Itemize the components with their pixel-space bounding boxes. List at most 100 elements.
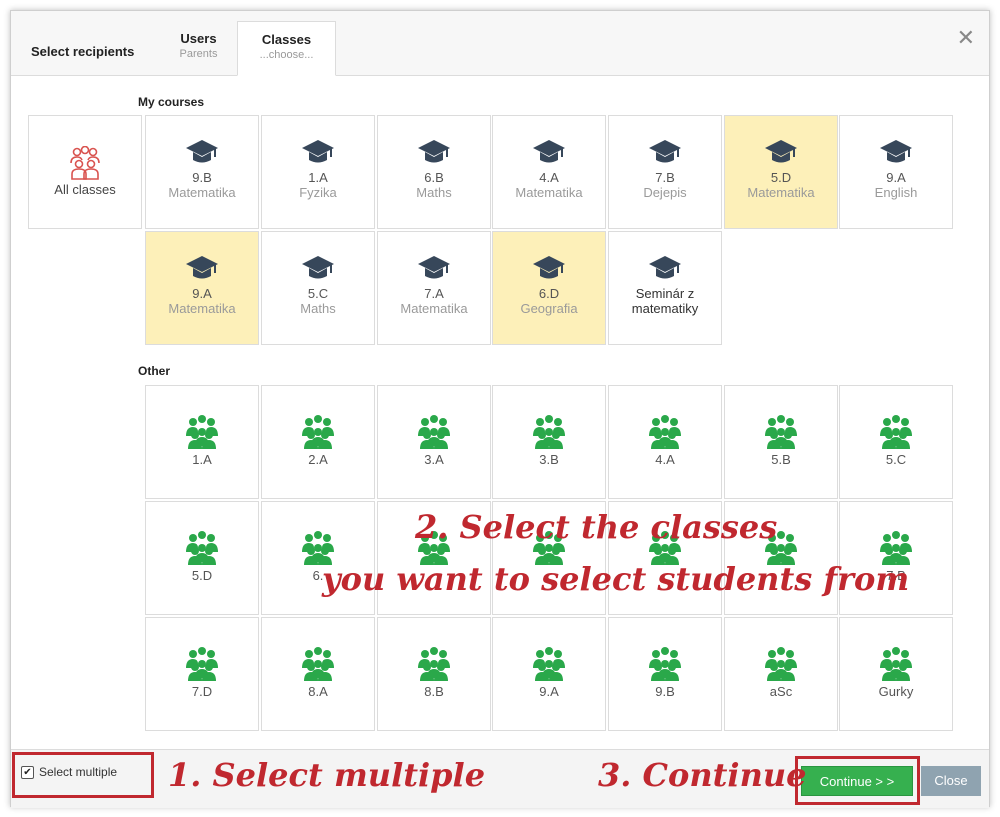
section-other: Other: [138, 364, 171, 378]
course-class-label: 9.A: [192, 286, 212, 301]
people-group-icon: [418, 647, 450, 681]
class-label: 5.C: [885, 452, 907, 467]
class-tile[interactable]: 2.A: [261, 385, 375, 499]
group-outline-icon: [70, 146, 100, 180]
class-label: 8.A: [308, 684, 328, 699]
tile-label: All classes: [54, 182, 116, 197]
class-label: 9.B: [655, 684, 675, 699]
course-class-label: 9.B: [192, 170, 212, 185]
course-tile[interactable]: 7.A Matematika: [377, 231, 491, 345]
people-group-icon: [649, 647, 681, 681]
graduation-cap-icon: [186, 140, 218, 163]
graduation-cap-icon: [186, 256, 218, 279]
course-class-label: 1.A: [308, 170, 328, 185]
class-tile[interactable]: 9.B: [608, 617, 722, 731]
close-icon[interactable]: ✕: [957, 27, 975, 49]
class-label: 9.A: [539, 684, 559, 699]
class-tile[interactable]: 9.A: [492, 617, 606, 731]
class-tile[interactable]: 8.A: [261, 617, 375, 731]
class-tile[interactable]: aSc: [724, 617, 838, 731]
course-tile[interactable]: 9.A Matematika: [145, 231, 259, 345]
people-group-icon: [765, 415, 797, 449]
dialog-title: Select recipients: [31, 44, 135, 59]
course-subject-label: Matematika: [747, 185, 815, 200]
course-tile[interactable]: 6.B Maths: [377, 115, 491, 229]
course-subject-label: Maths: [416, 185, 452, 200]
graduation-cap-icon: [533, 140, 565, 163]
graduation-cap-icon: [418, 256, 450, 279]
course-tile[interactable]: 4.A Matematika: [492, 115, 606, 229]
course-class-label: 6.D: [538, 286, 560, 301]
people-group-icon: [418, 415, 450, 449]
class-label: 5.B: [771, 452, 791, 467]
class-label: 1.A: [192, 452, 212, 467]
graduation-cap-icon: [765, 140, 797, 163]
close-button[interactable]: Close: [921, 766, 981, 796]
tab-users[interactable]: Users Parents: [161, 21, 236, 75]
class-tile[interactable]: Gurky: [839, 617, 953, 731]
course-tile[interactable]: 5.D Matematika: [724, 115, 838, 229]
class-tile[interactable]: 3.A: [377, 385, 491, 499]
course-class-label: 4.A: [539, 170, 559, 185]
class-tile[interactable]: 3.B: [492, 385, 606, 499]
class-label: 8.B: [424, 684, 444, 699]
annotation-step2-line2: you want to select students from: [322, 560, 910, 598]
course-tile[interactable]: Seminár z matematiky: [608, 231, 722, 345]
tab-users-sub: Parents: [179, 48, 218, 60]
course-subject-label: Fyzika: [299, 185, 337, 200]
class-label: 5.D: [191, 568, 213, 583]
class-tile[interactable]: 5.B: [724, 385, 838, 499]
select-recipients-dialog: Select recipients Users Parents Classes …: [10, 10, 990, 808]
course-class-label: 7.A: [424, 286, 444, 301]
course-subject-label: Matematika: [515, 185, 583, 200]
course-tile[interactable]: 1.A Fyzika: [261, 115, 375, 229]
people-group-icon: [649, 415, 681, 449]
dialog-header: Select recipients Users Parents Classes …: [11, 11, 989, 76]
class-tile[interactable]: 7.D: [145, 617, 259, 731]
class-label: aSc: [769, 684, 793, 699]
class-label: Gurky: [878, 684, 914, 699]
graduation-cap-icon: [533, 256, 565, 279]
people-group-icon: [533, 415, 565, 449]
course-tile[interactable]: 7.B Dejepis: [608, 115, 722, 229]
section-my-courses: My courses: [138, 95, 205, 109]
course-subject-label: Maths: [300, 301, 336, 316]
people-group-icon: [186, 415, 218, 449]
class-label: 3.A: [424, 452, 444, 467]
class-tile[interactable]: 5.D: [145, 501, 259, 615]
class-tile[interactable]: 5.C: [839, 385, 953, 499]
tab-classes-label: Classes: [261, 32, 312, 47]
tile-all-classes[interactable]: All classes: [28, 115, 142, 229]
people-group-icon: [880, 415, 912, 449]
course-class-label: 5.D: [770, 170, 792, 185]
course-class-label: 6.B: [424, 170, 444, 185]
course-class-label: 9.A: [886, 170, 906, 185]
course-subject-label: Matematika: [168, 301, 236, 316]
course-tile[interactable]: 6.D Geografia: [492, 231, 606, 345]
tab-classes-sub: ...choose...: [259, 49, 314, 61]
class-tile[interactable]: 8.B: [377, 617, 491, 731]
tab-users-label: Users: [180, 31, 217, 46]
tab-classes[interactable]: Classes ...choose...: [237, 21, 336, 76]
people-group-icon: [302, 415, 334, 449]
people-group-icon: [533, 647, 565, 681]
course-subject-label: Geografia: [520, 301, 578, 316]
people-group-icon: [186, 647, 218, 681]
course-tile[interactable]: 9.B Matematika: [145, 115, 259, 229]
class-label: 4.A: [655, 452, 675, 467]
class-label: 2.A: [308, 452, 328, 467]
annotation-step2-line1: 2. Select the classes: [415, 508, 778, 546]
people-group-icon: [880, 647, 912, 681]
graduation-cap-icon: [880, 140, 912, 163]
course-subject-label: Dejepis: [643, 185, 687, 200]
class-tile[interactable]: 4.A: [608, 385, 722, 499]
class-label: 7.D: [191, 684, 213, 699]
course-tile[interactable]: 5.C Maths: [261, 231, 375, 345]
class-tile[interactable]: 1.A: [145, 385, 259, 499]
graduation-cap-icon: [418, 140, 450, 163]
annotation-step1: 1. Select multiple: [168, 756, 486, 794]
people-group-icon: [302, 647, 334, 681]
course-subject-label: Matematika: [168, 185, 236, 200]
course-tile[interactable]: 9.A English: [839, 115, 953, 229]
annotation-step3: 3. Continue: [598, 756, 807, 794]
